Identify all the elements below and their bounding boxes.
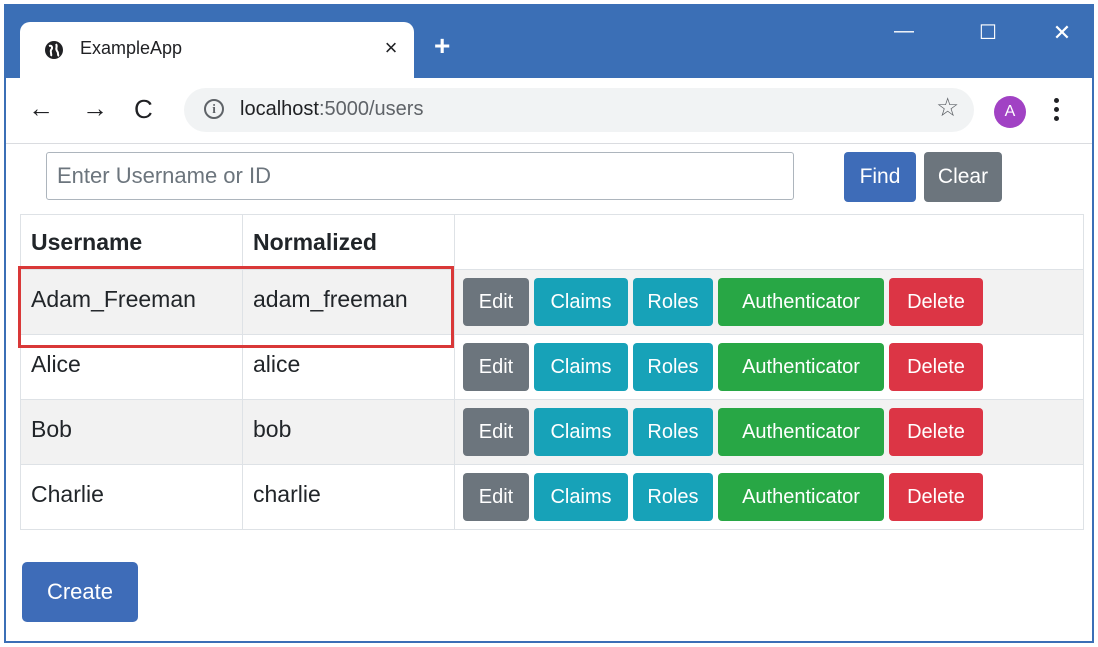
username-cell: Charlie: [20, 464, 243, 530]
authenticator-button[interactable]: Authenticator: [718, 473, 884, 521]
highlight-box: [18, 266, 454, 348]
globe-icon: [45, 41, 63, 59]
browser-window: ExampleApp × + — ☐ ✕ ← → C i localhost:5…: [4, 4, 1094, 643]
claims-button[interactable]: Claims: [534, 408, 628, 456]
minimize-icon[interactable]: —: [884, 20, 924, 43]
actions-cell: Edit Claims Roles Authenticator Delete: [454, 334, 1084, 400]
url-path: :5000/users: [318, 98, 424, 120]
edit-button[interactable]: Edit: [463, 408, 529, 456]
title-bar: ExampleApp × + — ☐ ✕: [6, 6, 1092, 80]
edit-button[interactable]: Edit: [463, 343, 529, 391]
roles-button[interactable]: Roles: [633, 408, 713, 456]
roles-button[interactable]: Roles: [633, 473, 713, 521]
edit-button[interactable]: Edit: [463, 278, 529, 326]
tab-close-icon[interactable]: ×: [376, 33, 406, 63]
url-text: localhost:5000/users: [240, 98, 423, 121]
header-actions: [454, 214, 1084, 270]
edit-button[interactable]: Edit: [463, 473, 529, 521]
users-table: Username Normalized Adam_Freeman adam_fr…: [20, 214, 1084, 530]
authenticator-button[interactable]: Authenticator: [718, 343, 884, 391]
actions-cell: Edit Claims Roles Authenticator Delete: [454, 269, 1084, 335]
claims-button[interactable]: Claims: [534, 278, 628, 326]
table-row: Charlie charlie Edit Claims Roles Authentic…: [20, 464, 1084, 530]
header-normalized: Normalized: [242, 214, 455, 270]
username-cell: Bob: [20, 399, 243, 465]
delete-button[interactable]: Delete: [889, 343, 983, 391]
clear-button[interactable]: Clear: [924, 152, 1002, 202]
back-icon[interactable]: ←: [28, 95, 54, 121]
profile-avatar[interactable]: A: [994, 96, 1026, 128]
table-row: Bob bob Edit Claims Roles Authenticator Dele…: [20, 399, 1084, 465]
tab-title: ExampleApp: [80, 38, 183, 58]
roles-button[interactable]: Roles: [633, 278, 713, 326]
find-button[interactable]: Find: [844, 152, 916, 202]
table-header-row: Username Normalized: [20, 214, 1084, 270]
maximize-icon[interactable]: ☐: [968, 20, 1008, 45]
search-input[interactable]: [46, 152, 794, 200]
create-button[interactable]: Create: [22, 562, 138, 622]
window-close-icon[interactable]: ✕: [1042, 20, 1082, 46]
url-host: localhost: [240, 98, 319, 120]
address-bar[interactable]: i localhost:5000/users: [184, 88, 974, 132]
roles-button[interactable]: Roles: [633, 343, 713, 391]
normalized-cell: charlie: [242, 464, 455, 530]
bookmark-star-icon[interactable]: ☆: [936, 94, 959, 120]
actions-cell: Edit Claims Roles Authenticator Delete: [454, 399, 1084, 465]
reload-icon[interactable]: C: [134, 96, 153, 122]
forward-icon[interactable]: →: [82, 95, 108, 121]
claims-button[interactable]: Claims: [534, 343, 628, 391]
delete-button[interactable]: Delete: [889, 473, 983, 521]
normalized-cell: bob: [242, 399, 455, 465]
info-icon[interactable]: i: [204, 99, 224, 119]
authenticator-button[interactable]: Authenticator: [718, 278, 884, 326]
kebab-menu-icon[interactable]: [1054, 98, 1060, 126]
authenticator-button[interactable]: Authenticator: [718, 408, 884, 456]
browser-toolbar: ← → C i localhost:5000/users ☆ A: [6, 78, 1092, 144]
new-tab-icon[interactable]: +: [434, 32, 450, 60]
header-username: Username: [20, 214, 243, 270]
delete-button[interactable]: Delete: [889, 278, 983, 326]
claims-button[interactable]: Claims: [534, 473, 628, 521]
delete-button[interactable]: Delete: [889, 408, 983, 456]
browser-tab[interactable]: ExampleApp ×: [20, 22, 414, 80]
actions-cell: Edit Claims Roles Authenticator Delete: [454, 464, 1084, 530]
